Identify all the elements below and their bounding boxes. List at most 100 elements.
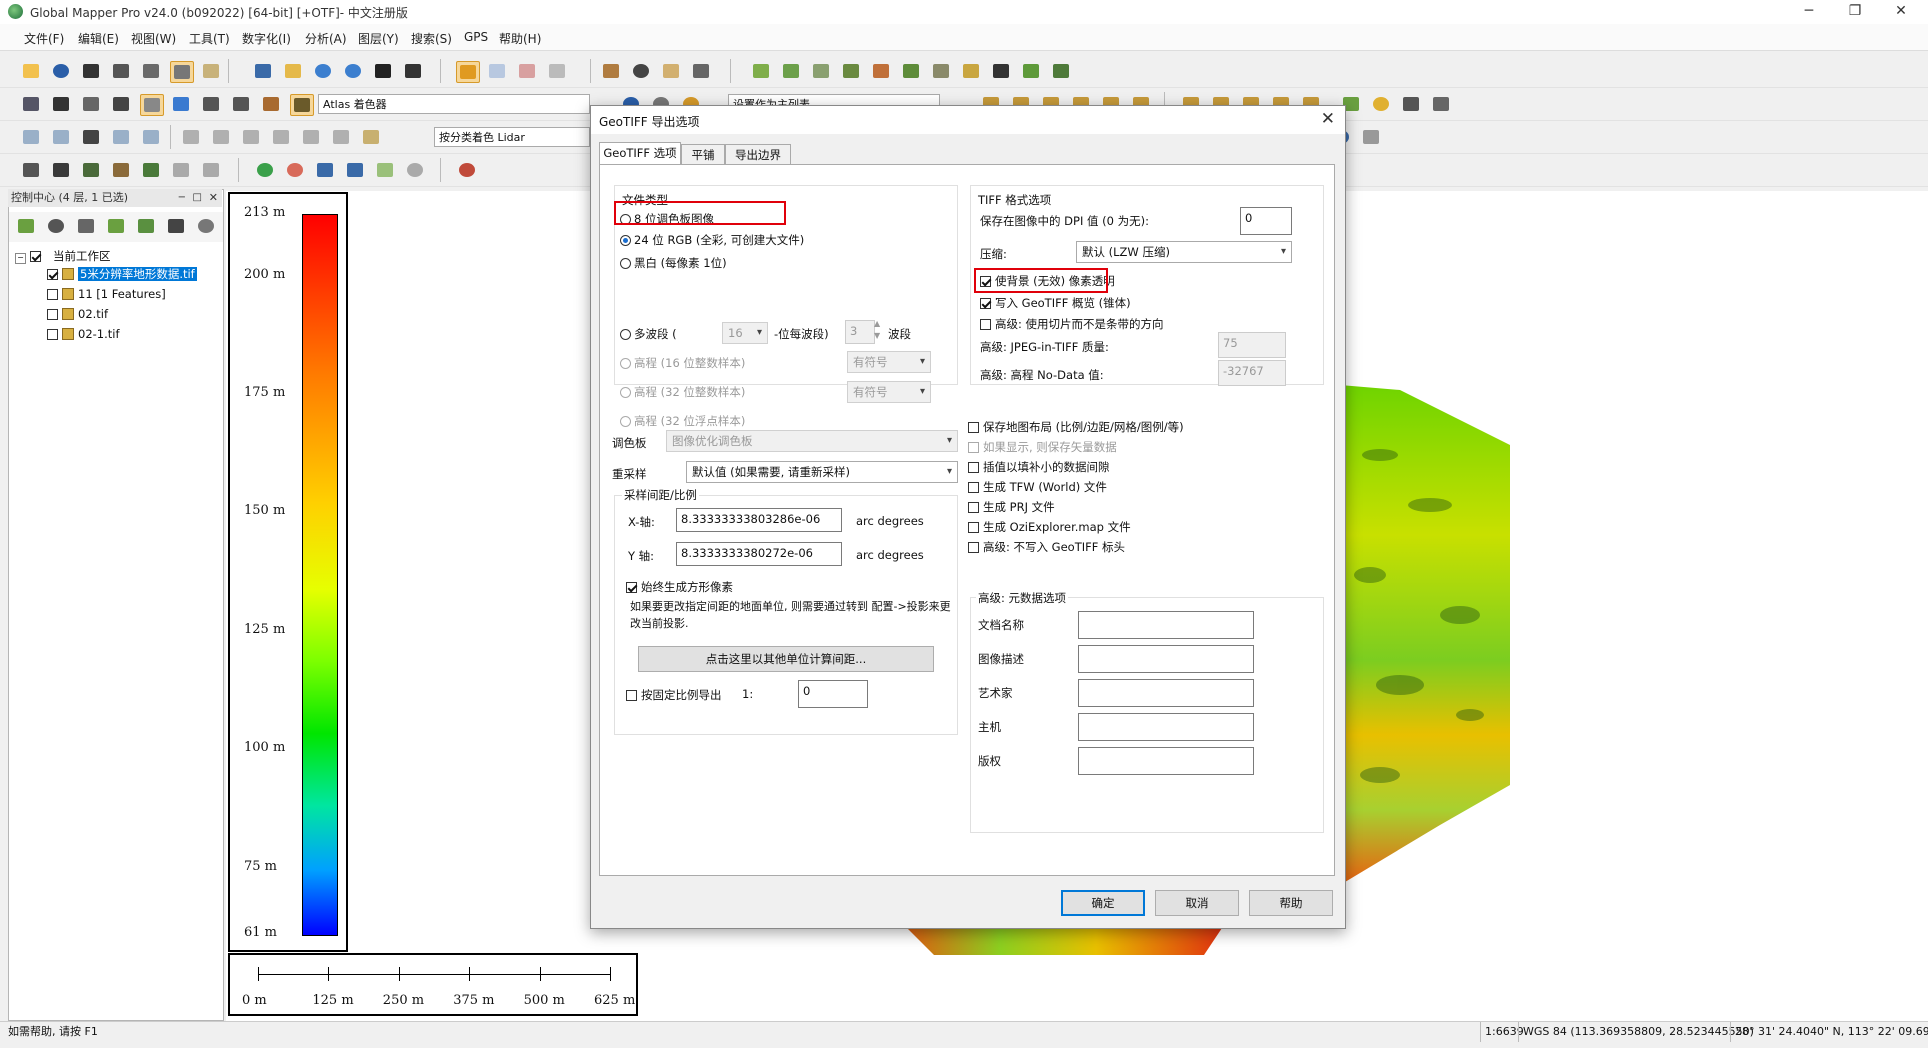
compression-select[interactable]: 默认 (LZW 压缩) ▾ xyxy=(1076,241,1292,263)
select-rect-icon[interactable] xyxy=(486,61,508,81)
tiles-option[interactable]: 高级: 使用切片而不是条带的方向 xyxy=(980,316,1164,332)
zoom-in-icon[interactable] xyxy=(312,61,334,81)
pointer-zoom-icon[interactable] xyxy=(252,61,274,81)
menu-help[interactable]: 帮助(H) xyxy=(499,30,541,47)
path-icon[interactable] xyxy=(80,127,102,147)
pan-hand-icon[interactable] xyxy=(282,61,304,81)
menu-digitize[interactable]: 数字化(I) xyxy=(242,30,291,47)
square-pixels-checkbox[interactable] xyxy=(626,582,637,593)
layer-visibility-checkbox[interactable] xyxy=(47,329,58,340)
edit-vertex-icon[interactable] xyxy=(50,127,72,147)
attribute-table-icon[interactable] xyxy=(75,216,97,236)
overview-option[interactable]: 写入 GeoTIFF 概览 (锥体) xyxy=(980,295,1131,311)
tab-geotiff-options[interactable]: GeoTIFF 选项 xyxy=(599,142,681,165)
metadata-field-input[interactable] xyxy=(1078,747,1254,775)
measure-icon[interactable] xyxy=(600,61,622,81)
workspace-checkbox[interactable] xyxy=(30,251,41,262)
frame-icon[interactable] xyxy=(80,94,102,114)
lidar-points-icon[interactable] xyxy=(210,127,232,147)
file-type-option[interactable]: 黑白 (每像素 1位) xyxy=(620,255,727,271)
ok-button[interactable]: 确定 xyxy=(1061,890,1145,916)
lidar-class-icon[interactable] xyxy=(270,127,292,147)
layer-visibility-checkbox[interactable] xyxy=(47,289,58,300)
menu-analysis[interactable]: 分析(A) xyxy=(305,30,347,47)
tab-tiling[interactable]: 平铺 xyxy=(681,144,725,164)
panel-close-icon[interactable]: ✕ xyxy=(209,189,218,207)
save-icon[interactable] xyxy=(80,61,102,81)
layer-item[interactable]: 11 [1 Features] xyxy=(47,286,166,302)
layout-icon[interactable] xyxy=(20,94,42,114)
menu-gps[interactable]: GPS xyxy=(464,30,488,44)
mountain-icon[interactable] xyxy=(50,160,72,180)
map-icon[interactable] xyxy=(200,61,222,81)
area-icon[interactable] xyxy=(546,61,568,81)
light-icon[interactable] xyxy=(50,94,72,114)
dpi-input[interactable]: 0 xyxy=(1240,207,1292,235)
lidar-ruler-icon[interactable] xyxy=(360,127,382,147)
fly-icon[interactable] xyxy=(314,160,336,180)
raster-calc-icon[interactable] xyxy=(960,61,982,81)
metadata-field-input[interactable] xyxy=(1078,645,1254,673)
contour-icon[interactable] xyxy=(810,61,832,81)
fixed-scale-option[interactable]: 按固定比例导出 xyxy=(626,687,722,703)
help-button[interactable]: 帮助 xyxy=(1249,890,1333,916)
3d-view-icon[interactable] xyxy=(110,94,132,114)
tiles-checkbox[interactable] xyxy=(980,319,991,330)
building-icon[interactable] xyxy=(110,160,132,180)
fly-path-icon[interactable] xyxy=(344,160,366,180)
export-option-checkbox[interactable] xyxy=(968,542,979,553)
crosshair-icon[interactable] xyxy=(110,127,132,147)
metadata-field-input[interactable] xyxy=(1078,611,1254,639)
dialog-close-icon[interactable]: ✕ xyxy=(1321,109,1335,129)
file-type-option[interactable]: 多波段 ( xyxy=(620,326,677,342)
gps-device-icon[interactable] xyxy=(690,61,712,81)
stop-icon[interactable] xyxy=(284,160,306,180)
cut-icon[interactable] xyxy=(990,61,1012,81)
edit-pen-icon[interactable] xyxy=(1400,94,1422,114)
export-option[interactable]: 插值以填补小的数据间隙 xyxy=(968,459,1110,475)
panel-minimize-icon[interactable]: − xyxy=(178,189,186,207)
close-window-button[interactable]: ✕ xyxy=(1878,0,1924,24)
export-option-checkbox[interactable] xyxy=(968,462,979,473)
elevation-icon[interactable] xyxy=(200,94,222,114)
vertical-exaggeration-icon[interactable] xyxy=(230,94,252,114)
cloud-icon[interactable] xyxy=(1370,94,1392,114)
menu-edit[interactable]: 编辑(E) xyxy=(78,30,119,47)
export-option[interactable]: 高级: 不写入 GeoTIFF 标头 xyxy=(968,539,1125,555)
layer-visibility-checkbox[interactable] xyxy=(47,269,58,280)
terrain-profile-icon[interactable] xyxy=(750,61,772,81)
layer-item[interactable]: 02.tif xyxy=(47,306,108,322)
water-level-icon[interactable] xyxy=(170,94,192,114)
collapse-icon[interactable]: − xyxy=(15,253,26,264)
export-option[interactable]: 生成 OziExplorer.map 文件 xyxy=(968,519,1131,535)
volume-icon[interactable] xyxy=(870,61,892,81)
menu-file[interactable]: 文件(F) xyxy=(24,30,64,47)
cancel-button[interactable]: 取消 xyxy=(1155,890,1239,916)
layer-item[interactable]: 02-1.tif xyxy=(47,326,120,342)
search-map-icon[interactable] xyxy=(660,61,682,81)
view-shed-icon[interactable] xyxy=(780,61,802,81)
y-spacing-input[interactable]: 8.3333333380272e-06 xyxy=(676,542,842,566)
close-layer-icon[interactable] xyxy=(195,216,217,236)
lidar-line-icon[interactable] xyxy=(180,127,202,147)
export-option-checkbox[interactable] xyxy=(968,422,979,433)
overview-checkbox[interactable] xyxy=(980,298,991,309)
grid-icon[interactable] xyxy=(930,61,952,81)
atlas-shader-icon[interactable] xyxy=(290,94,314,116)
resample-select[interactable]: 默认值 (如果需要, 请重新采样) ▾ xyxy=(686,461,958,483)
pole-icon[interactable] xyxy=(140,160,162,180)
print-icon[interactable] xyxy=(110,61,132,81)
zoom-out-icon[interactable] xyxy=(342,61,364,81)
file-type-option[interactable]: 24 位 RGB (全彩, 可创建大文件) xyxy=(620,232,804,248)
workspace-root[interactable]: − 当前工作区 xyxy=(15,248,111,264)
move-vertex-icon[interactable] xyxy=(20,127,42,147)
metadata-field-input[interactable] xyxy=(1078,679,1254,707)
online-data-icon[interactable] xyxy=(45,216,67,236)
play-icon[interactable] xyxy=(254,160,276,180)
wrench-icon[interactable] xyxy=(140,61,162,81)
terrain-paint-icon[interactable] xyxy=(1050,61,1072,81)
export-option[interactable]: 生成 PRJ 文件 xyxy=(968,499,1055,515)
panel-float-icon[interactable]: □ xyxy=(193,189,202,207)
zoom-layer-icon[interactable] xyxy=(135,216,157,236)
wire-icon[interactable] xyxy=(170,160,192,180)
